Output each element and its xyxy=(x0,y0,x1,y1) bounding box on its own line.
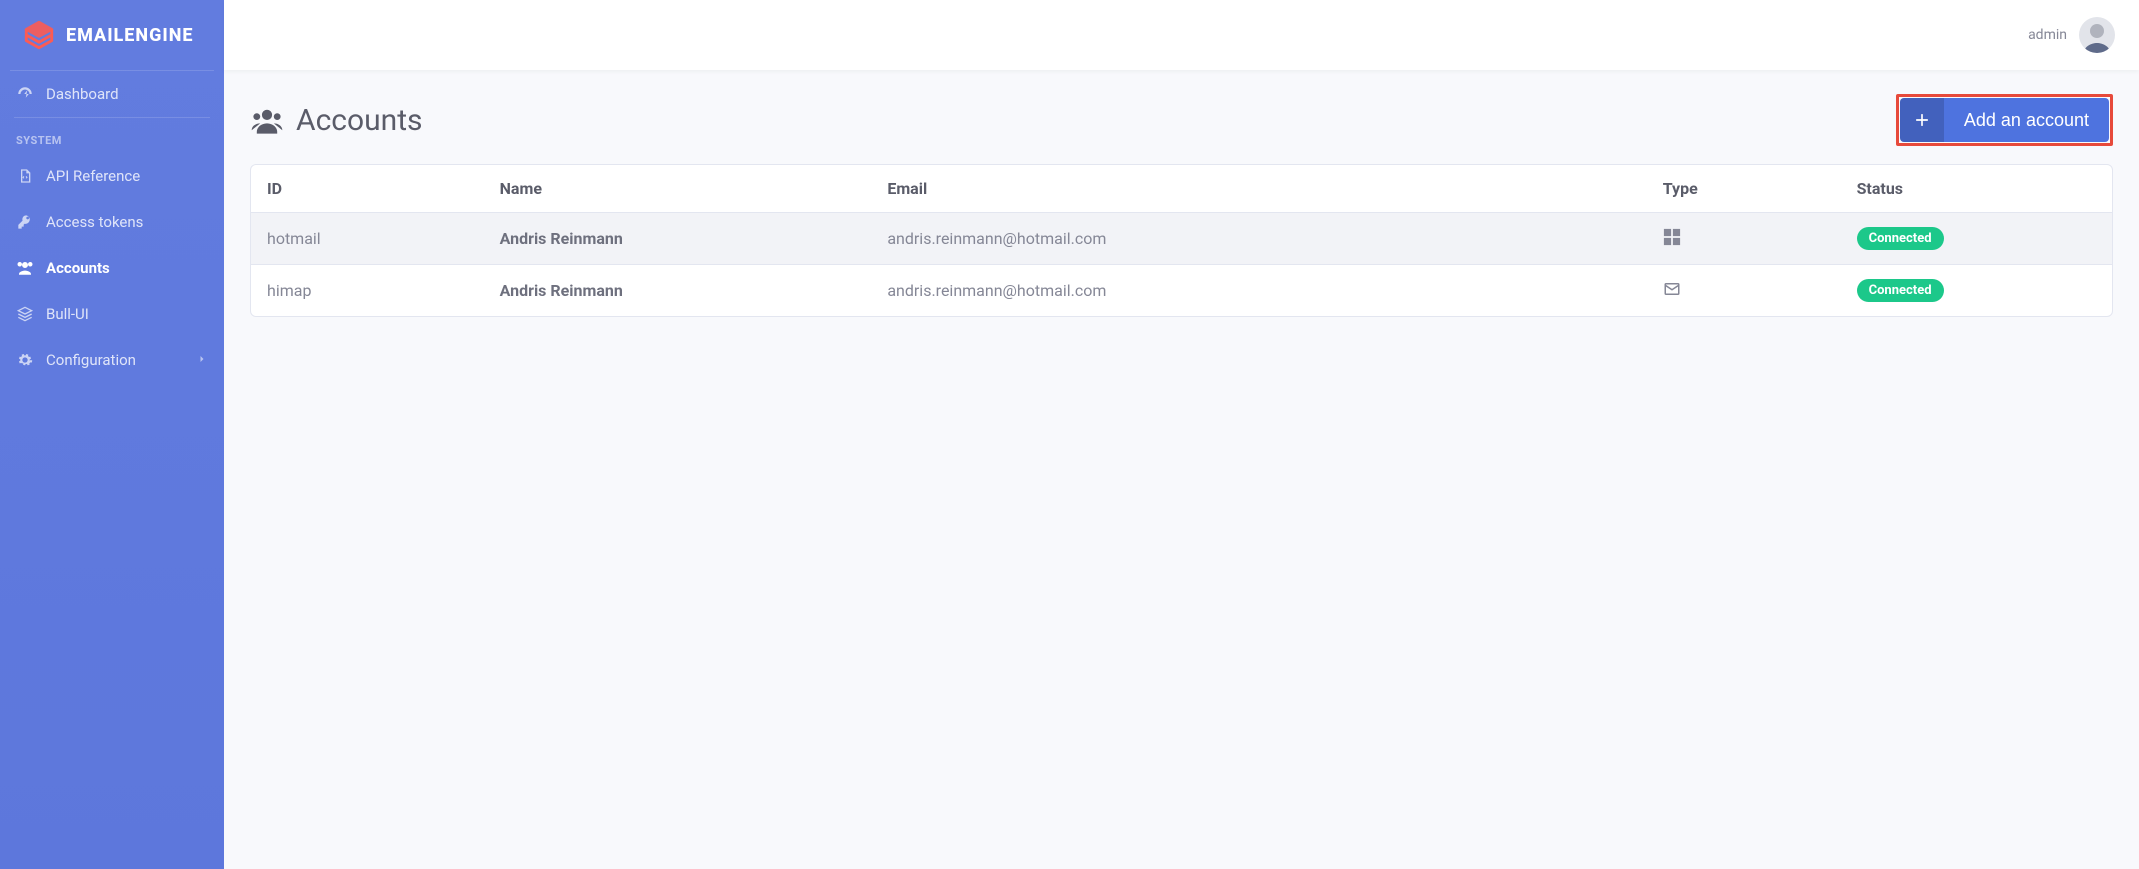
sidebar-item-label: Accounts xyxy=(46,259,110,277)
key-icon xyxy=(16,213,34,231)
chevron-right-icon xyxy=(196,351,208,369)
brand-logo-icon xyxy=(22,18,56,52)
col-header-id[interactable]: ID xyxy=(251,165,484,213)
accounts-table-card: ID Name Email Type Status hotmail Andris… xyxy=(250,164,2113,317)
accounts-table: ID Name Email Type Status hotmail Andris… xyxy=(251,165,2112,316)
sidebar-item-bull-ui[interactable]: Bull-UI xyxy=(0,291,224,337)
add-account-button[interactable]: Add an account xyxy=(1900,98,2109,142)
dashboard-icon xyxy=(16,85,34,103)
sidebar-item-label: Configuration xyxy=(46,351,136,369)
cell-id: hotmail xyxy=(251,213,484,265)
cell-id: himap xyxy=(251,265,484,317)
col-header-email[interactable]: Email xyxy=(871,165,1646,213)
envelope-icon xyxy=(1663,283,1681,302)
cell-type xyxy=(1647,213,1841,265)
brand[interactable]: EMAILENGINE xyxy=(10,0,214,71)
add-account-label: Add an account xyxy=(1944,98,2109,142)
cell-email: andris.reinmann@hotmail.com xyxy=(871,265,1646,317)
sidebar-item-dashboard[interactable]: Dashboard xyxy=(0,71,224,117)
sidebar: EMAILENGINE Dashboard SYSTEM API Referen… xyxy=(0,0,224,869)
sidebar-item-accounts[interactable]: Accounts xyxy=(0,245,224,291)
windows-icon xyxy=(1663,231,1681,250)
add-account-highlight: Add an account xyxy=(1896,94,2113,146)
gear-icon xyxy=(16,351,34,369)
avatar-icon xyxy=(2079,17,2115,53)
users-icon xyxy=(16,259,34,277)
status-badge: Connected xyxy=(1857,279,1944,302)
page-title: Accounts xyxy=(250,103,423,138)
cell-status: Connected xyxy=(1841,265,2112,317)
cell-email: andris.reinmann@hotmail.com xyxy=(871,213,1646,265)
users-icon xyxy=(250,105,284,135)
sidebar-item-access-tokens[interactable]: Access tokens xyxy=(0,199,224,245)
sidebar-item-label: Dashboard xyxy=(46,85,119,103)
col-header-name[interactable]: Name xyxy=(484,165,872,213)
plus-icon xyxy=(1900,98,1944,142)
layers-icon xyxy=(16,305,34,323)
topbar: admin xyxy=(224,0,2139,70)
sidebar-item-label: Access tokens xyxy=(46,213,143,231)
table-row[interactable]: himap Andris Reinmann andris.reinmann@ho… xyxy=(251,265,2112,317)
topbar-user-menu[interactable]: admin xyxy=(2028,17,2115,53)
page-title-text: Accounts xyxy=(296,103,423,138)
table-row[interactable]: hotmail Andris Reinmann andris.reinmann@… xyxy=(251,213,2112,265)
cell-status: Connected xyxy=(1841,213,2112,265)
col-header-status[interactable]: Status xyxy=(1841,165,2112,213)
cell-name: Andris Reinmann xyxy=(484,213,872,265)
sidebar-item-label: API Reference xyxy=(46,167,140,185)
status-badge: Connected xyxy=(1857,227,1944,250)
cell-name: Andris Reinmann xyxy=(484,265,872,317)
file-code-icon xyxy=(16,167,34,185)
sidebar-item-api-reference[interactable]: API Reference xyxy=(0,153,224,199)
col-header-type[interactable]: Type xyxy=(1647,165,1841,213)
sidebar-item-label: Bull-UI xyxy=(46,305,89,323)
sidebar-section-system: SYSTEM xyxy=(0,118,224,153)
cell-type xyxy=(1647,265,1841,317)
sidebar-item-configuration[interactable]: Configuration xyxy=(0,337,224,383)
topbar-username: admin xyxy=(2028,27,2067,43)
brand-name: EMAILENGINE xyxy=(66,25,193,46)
